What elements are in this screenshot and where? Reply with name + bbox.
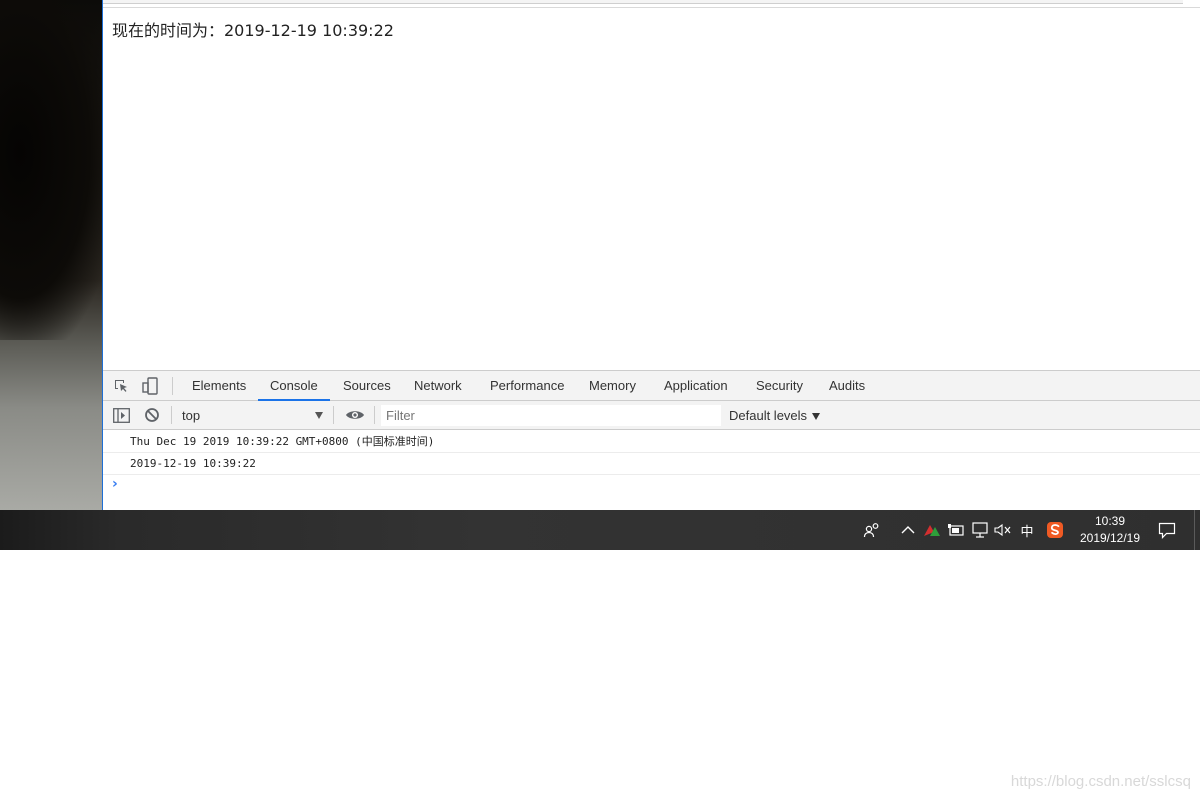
context-selector[interactable]: top [175,405,327,426]
taskbar-clock[interactable]: 10:39 2019/12/19 [1070,513,1150,547]
tab-application[interactable]: Application [652,371,740,401]
tab-console[interactable]: Console [258,371,330,401]
page-time-text: 现在的时间为：2019-12-19 10:39:22 [112,21,394,40]
sidebar-toggle-icon[interactable] [112,406,130,424]
app-tray-icon[interactable] [922,520,942,540]
tab-memory[interactable]: Memory [577,371,648,401]
tab-elements[interactable]: Elements [180,371,258,401]
devtools-tab-bar: Elements Console Sources Network Perform… [103,370,1200,401]
live-expression-eye-icon[interactable] [344,406,366,424]
console-output: Thu Dec 19 2019 10:39:22 GMT+0800 (中国标准时… [103,431,1200,510]
network-icon[interactable] [970,520,990,540]
tab-separator [172,377,173,395]
desktop-background [0,0,103,510]
horizontal-scrollbar[interactable] [103,0,1183,4]
console-filter-input[interactable] [381,405,721,426]
log-levels-dropdown[interactable]: Default levels [729,405,821,426]
device-toolbar-icon[interactable] [141,377,159,395]
inspect-element-icon[interactable] [112,377,130,395]
context-selector-value: top [182,408,201,423]
people-icon[interactable] [862,520,882,540]
battery-icon[interactable] [946,520,966,540]
browser-top-edge [103,0,1200,8]
clock-time: 10:39 [1094,514,1126,528]
chevron-up-icon[interactable] [898,520,918,540]
browser-window: 现在的时间为：2019-12-19 10:39:22 Elements Cons… [102,0,1200,510]
toolbar-separator [171,406,172,424]
dropdown-arrow-icon [315,412,323,419]
clock-date: 2019/12/19 [1079,531,1141,545]
tab-sources[interactable]: Sources [331,371,403,401]
console-log-line: 2019-12-19 10:39:22 [103,453,1200,475]
sogou-input-icon[interactable] [1045,520,1065,540]
clear-console-icon[interactable] [143,406,161,424]
volume-muted-icon[interactable] [993,520,1013,540]
console-prompt-icon[interactable]: › [112,476,118,492]
show-desktop-button[interactable] [1194,510,1200,550]
log-levels-label: Default levels [729,408,808,423]
tab-security[interactable]: Security [744,371,815,401]
tab-network[interactable]: Network [402,371,474,401]
devtools-panel: Elements Console Sources Network Perform… [103,370,1200,510]
notification-icon[interactable] [1157,520,1177,540]
toolbar-separator [333,406,334,424]
console-log-line: Thu Dec 19 2019 10:39:22 GMT+0800 (中国标准时… [103,431,1200,453]
tab-audits[interactable]: Audits [817,371,877,401]
wallpaper-shape [0,0,103,340]
dropdown-arrow-icon [812,413,821,421]
watermark-text: https://blog.csdn.net/sslcsq [1010,773,1191,790]
console-toolbar: top Default levels [103,401,1200,430]
toolbar-separator [374,406,375,424]
ime-icon[interactable]: 中 [1017,520,1037,540]
tab-performance[interactable]: Performance [478,371,576,401]
windows-taskbar: 中 10:39 2019/12/19 [0,510,1200,550]
